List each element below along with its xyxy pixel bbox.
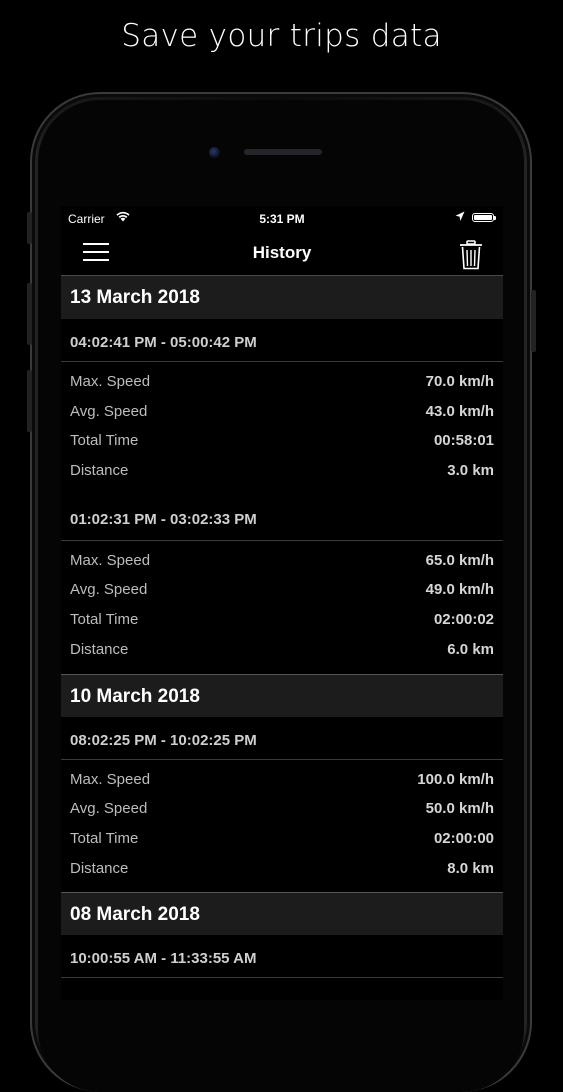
battery-icon [472, 213, 496, 222]
stat-label: Avg. Speed [70, 581, 148, 599]
stat-row: Avg. Speed 49.0 km/h [61, 575, 503, 605]
trip-stats: Max. Speed 100.0 km/h Avg. Speed 50.0 km/h… [61, 759, 503, 893]
stat-label: Distance [70, 640, 129, 658]
stat-row: Max. Speed 100.0 km/h [61, 765, 503, 795]
stat-value: 00:58:01 [433, 432, 494, 450]
trip-time-range[interactable]: 08:02:25 PM - 10:02:25 PM [61, 716, 503, 760]
stat-row: Max. Speed 70.0 km/h [61, 367, 503, 397]
stat-value: 65.0 km/h [425, 551, 494, 569]
trash-icon[interactable] [459, 240, 483, 270]
location-arrow-icon [455, 211, 465, 221]
earpiece-speaker [244, 149, 322, 155]
stat-value: 3.0 km [447, 462, 494, 480]
stat-row: Avg. Speed 43.0 km/h [61, 397, 503, 427]
phone-volume-up [27, 283, 32, 345]
phone-volume-down [27, 370, 32, 432]
stat-row: Distance 3.0 km [61, 456, 503, 486]
trip-time-range[interactable]: 04:02:41 PM - 05:00:42 PM [61, 319, 503, 362]
date-header: 08 March 2018 [61, 892, 503, 936]
stat-row: Total Time 02:00:02 [61, 605, 503, 635]
stat-row: Total Time 00:58:01 [61, 426, 503, 456]
stat-label: Max. Speed [70, 551, 151, 569]
stat-label: Total Time [70, 432, 139, 450]
trip-stats: Max. Speed 65.0 km/h Avg. Speed 49.0 km/h … [61, 540, 503, 674]
stat-label: Distance [70, 859, 129, 877]
promo-headline: Save your trips data [121, 18, 442, 54]
trip-time-range[interactable]: 01:02:31 PM - 03:02:33 PM [61, 494, 503, 541]
stat-value: 43.0 km/h [425, 402, 494, 420]
navigation-bar: History [61, 230, 503, 276]
front-camera [209, 147, 220, 158]
date-header: 13 March 2018 [61, 276, 503, 319]
status-bar: Carrier 5:31 PM [61, 206, 503, 230]
stat-row: Avg. Speed 50.0 km/h [61, 794, 503, 824]
stat-label: Total Time [70, 611, 139, 629]
page-title: History [252, 243, 312, 262]
trip-stats: Max. Speed 70.0 km/h Avg. Speed 43.0 km/h … [61, 362, 503, 495]
status-time: 5:31 PM [259, 212, 305, 226]
stat-label: Max. Speed [70, 770, 151, 788]
history-list[interactable]: 13 March 2018 04:02:41 PM - 05:00:42 PM … [61, 276, 503, 979]
stat-label: Avg. Speed [70, 800, 148, 818]
stat-value: 6.0 km [447, 640, 494, 658]
stat-label: Distance [70, 462, 129, 480]
stat-value: 100.0 km/h [417, 770, 494, 788]
stat-label: Avg. Speed [70, 402, 148, 420]
stat-row: Total Time 02:00:00 [61, 824, 503, 854]
phone-power-button [531, 290, 536, 352]
stat-value: 8.0 km [447, 859, 494, 877]
trip-time-range[interactable]: 10:00:55 AM - 11:33:55 AM [61, 935, 503, 979]
phone-mute-switch [27, 212, 32, 244]
stat-label: Max. Speed [70, 373, 151, 390]
stat-value: 02:00:00 [433, 829, 494, 847]
stat-value: 50.0 km/h [425, 800, 494, 818]
stat-row: Distance 6.0 km [61, 635, 503, 665]
app-screen: Carrier 5:31 PM History 13 March 2018 04… [61, 206, 503, 1000]
stat-row: Distance 8.0 km [61, 854, 503, 884]
stat-value: 49.0 km/h [425, 581, 494, 599]
stat-value: 02:00:02 [433, 611, 494, 629]
stat-value: 70.0 km/h [425, 373, 494, 390]
date-header: 10 March 2018 [61, 673, 503, 717]
stat-row: Max. Speed 65.0 km/h [61, 546, 503, 576]
stat-label: Total Time [70, 829, 139, 847]
